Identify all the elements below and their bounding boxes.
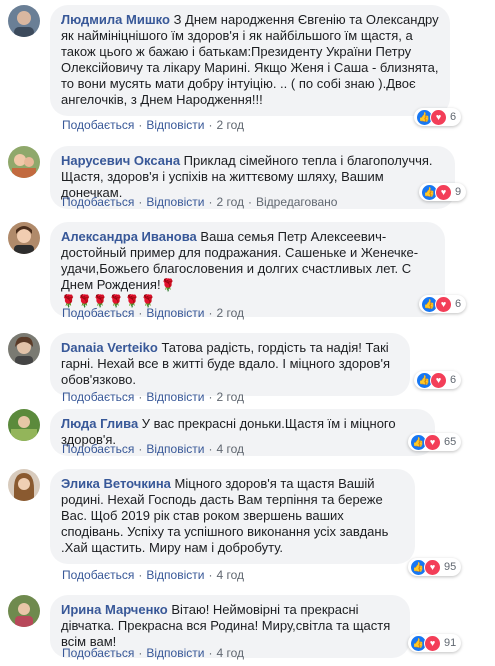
- comment-actions: Подобається · Відповісти · 2 год: [62, 118, 244, 132]
- like-link[interactable]: Подобається: [62, 646, 134, 660]
- reply-link[interactable]: Відповісти: [146, 442, 204, 456]
- love-icon: ♥: [424, 433, 441, 451]
- comment: Элика Веточкина Міцного здоров'я та щаст…: [8, 469, 495, 584]
- avatar[interactable]: [8, 595, 40, 627]
- reply-link[interactable]: Відповісти: [146, 118, 204, 132]
- comment-author[interactable]: Ирина Марченко: [61, 602, 168, 617]
- love-icon: ♥: [435, 183, 452, 201]
- like-link[interactable]: Подобається: [62, 390, 134, 404]
- comment-author[interactable]: Александра Иванова: [61, 229, 197, 244]
- reply-link[interactable]: Відповісти: [146, 390, 204, 404]
- love-icon: ♥: [424, 634, 441, 652]
- reply-link[interactable]: Відповісти: [146, 306, 204, 320]
- like-link[interactable]: Подобається: [62, 442, 134, 456]
- reaction-count[interactable]: 👍 ♥ 6: [419, 295, 467, 313]
- comment-actions: Подобається · Відповісти · 4 год: [62, 568, 244, 582]
- comment: Люда Глива У вас прекрасні доньки.Щастя …: [8, 409, 495, 459]
- timestamp[interactable]: 2 год: [216, 195, 244, 209]
- reaction-count[interactable]: 👍 ♥ 9: [419, 183, 467, 201]
- comment-author[interactable]: Люда Глива: [61, 416, 138, 431]
- comment-author[interactable]: Danaia Verteiko: [61, 340, 158, 355]
- timestamp[interactable]: 2 год: [216, 306, 244, 320]
- reaction-count[interactable]: 👍 ♥ 6: [414, 108, 462, 126]
- comment-author[interactable]: Людмила Мишко: [61, 12, 170, 27]
- comment: Нарусевич Оксана Приклад сімейного тепла…: [8, 146, 495, 212]
- avatar[interactable]: [8, 469, 40, 501]
- like-link[interactable]: Подобається: [62, 306, 134, 320]
- love-icon: ♥: [435, 295, 452, 313]
- timestamp[interactable]: 4 год: [216, 646, 244, 660]
- like-link[interactable]: Подобається: [62, 195, 134, 209]
- comment-author[interactable]: Элика Веточкина: [61, 476, 171, 491]
- avatar[interactable]: [8, 333, 40, 365]
- timestamp[interactable]: 4 год: [216, 568, 244, 582]
- like-link[interactable]: Подобається: [62, 118, 134, 132]
- comment-actions: Подобається · Відповісти · 2 год · Відредагова…: [62, 195, 338, 209]
- comment: Ирина Марченко Вітаю! Неймовірні та прек…: [8, 595, 495, 663]
- avatar[interactable]: [8, 146, 40, 178]
- comment-actions: Подобається · Відповісти · 2 год: [62, 306, 244, 320]
- comment: Danaia Verteiko Татова радість, гордість…: [8, 333, 495, 404]
- comment-author[interactable]: Нарусевич Оксана: [61, 153, 180, 168]
- reaction-count[interactable]: 👍 ♥ 6: [414, 371, 462, 389]
- avatar[interactable]: [8, 5, 40, 37]
- like-link[interactable]: Подобається: [62, 568, 134, 582]
- comment-actions: Подобається · Відповісти · 2 год: [62, 390, 244, 404]
- avatar[interactable]: [8, 409, 40, 441]
- edited-label[interactable]: Відредаговано: [256, 195, 337, 209]
- love-icon: ♥: [424, 558, 441, 576]
- comment-bubble: Danaia Verteiko Татова радість, гордість…: [50, 333, 410, 396]
- reply-link[interactable]: Відповісти: [146, 568, 204, 582]
- comment: Людмила Мишко З Днем народження Євгенію …: [8, 5, 495, 135]
- comment-bubble: Людмила Мишко З Днем народження Євгенію …: [50, 5, 450, 116]
- timestamp[interactable]: 2 год: [216, 390, 244, 404]
- reaction-count[interactable]: 👍 ♥ 95: [408, 558, 462, 576]
- avatar[interactable]: [8, 222, 40, 254]
- reply-link[interactable]: Відповісти: [146, 195, 204, 209]
- love-icon: ♥: [430, 108, 447, 126]
- comment-actions: Подобається · Відповісти · 4 год: [62, 646, 244, 660]
- comment-bubble: Александра Иванова Ваша семья Петр Алекс…: [50, 222, 445, 317]
- timestamp[interactable]: 2 год: [216, 118, 244, 132]
- comment: Александра Иванова Ваша семья Петр Алекс…: [8, 222, 495, 322]
- reaction-count[interactable]: 👍 ♥ 91: [408, 634, 462, 652]
- timestamp[interactable]: 4 год: [216, 442, 244, 456]
- reply-link[interactable]: Відповісти: [146, 646, 204, 660]
- comment-actions: Подобається · Відповісти · 4 год: [62, 442, 244, 456]
- reaction-count[interactable]: 👍 ♥ 65: [408, 433, 462, 451]
- comment-bubble: Элика Веточкина Міцного здоров'я та щаст…: [50, 469, 415, 564]
- love-icon: ♥: [430, 371, 447, 389]
